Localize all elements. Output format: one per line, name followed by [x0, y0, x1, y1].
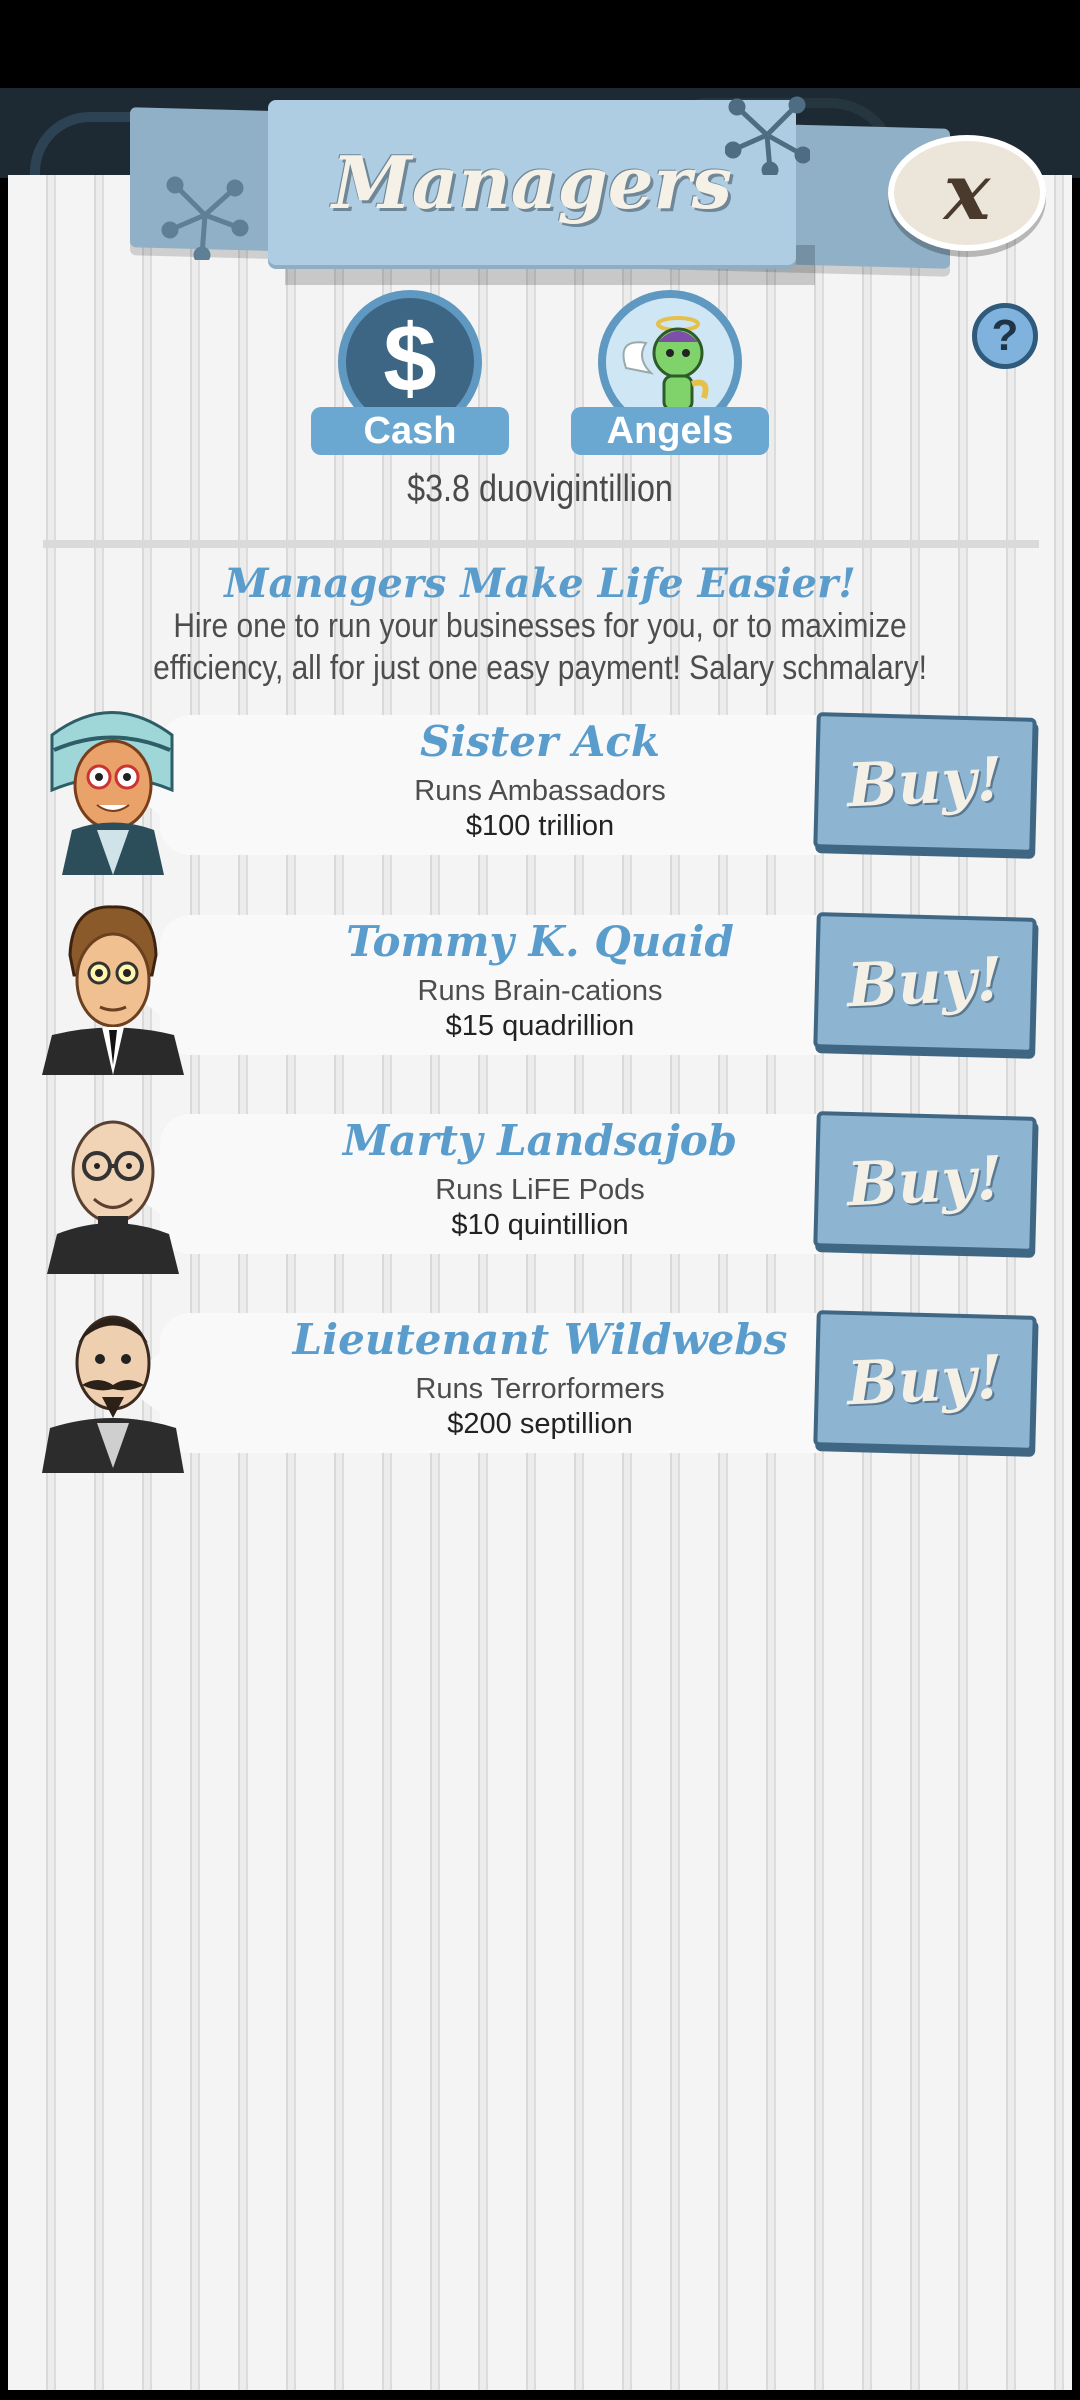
manager-portrait: [42, 1094, 184, 1274]
header-banner: Managers: [268, 100, 796, 265]
manager-portrait: [42, 895, 184, 1075]
manager-name: Tommy K. Quaid: [346, 917, 734, 966]
buy-button[interactable]: Buy!: [813, 1111, 1037, 1253]
close-icon: x: [943, 147, 991, 238]
manager-row: Tommy K. Quaid Runs Brain-cations $15 qu…: [0, 895, 1080, 1075]
manager-name: Lieutenant Wildwebs: [292, 1315, 788, 1364]
manager-cost: $10 quintillion: [451, 1209, 629, 1241]
intro-headline: Managers Make Life Easier!: [224, 560, 856, 607]
close-button[interactable]: x: [888, 135, 1046, 251]
manager-row: Lieutenant Wildwebs Runs Terrorformers $…: [0, 1293, 1080, 1473]
manager-portrait: [42, 695, 184, 875]
manager-business: Runs LiFE Pods: [435, 1174, 645, 1206]
help-icon: ?: [991, 311, 1019, 360]
status-bar: [0, 0, 1080, 88]
page-title: Managers: [332, 140, 732, 225]
cash-tab[interactable]: $ Cash: [311, 290, 509, 455]
manager-business: Runs Terrorformers: [415, 1373, 665, 1405]
cash-balance: $3.8 duovigintillion: [407, 468, 673, 510]
manager-row: Marty Landsajob Runs LiFE Pods $10 quint…: [0, 1094, 1080, 1274]
divider: [43, 540, 1039, 548]
manager-row: Sister Ack Runs Ambassadors $100 trillio…: [0, 695, 1080, 875]
buy-button[interactable]: Buy!: [813, 912, 1037, 1054]
manager-cost: $100 trillion: [465, 810, 615, 842]
manager-cost: $200 septillion: [447, 1408, 633, 1440]
angels-tab-label: Angels: [571, 407, 769, 455]
buy-button[interactable]: Buy!: [813, 1310, 1037, 1452]
angels-tab[interactable]: Angels: [571, 290, 769, 455]
starburst-icon: [725, 96, 810, 175]
help-button[interactable]: ?: [972, 303, 1038, 369]
cash-tab-label: Cash: [311, 407, 509, 455]
manager-business: Runs Ambassadors: [414, 775, 666, 807]
manager-business: Runs Brain-cations: [417, 975, 663, 1007]
buy-button[interactable]: Buy!: [813, 712, 1037, 854]
starburst-icon: [161, 176, 249, 260]
intro-text: Hire one to run your businesses for you,…: [153, 607, 927, 687]
manager-name: Sister Ack: [419, 717, 661, 766]
manager-cost: $15 quadrillion: [445, 1010, 635, 1042]
manager-name: Marty Landsajob: [342, 1116, 738, 1165]
manager-portrait: [42, 1293, 184, 1473]
